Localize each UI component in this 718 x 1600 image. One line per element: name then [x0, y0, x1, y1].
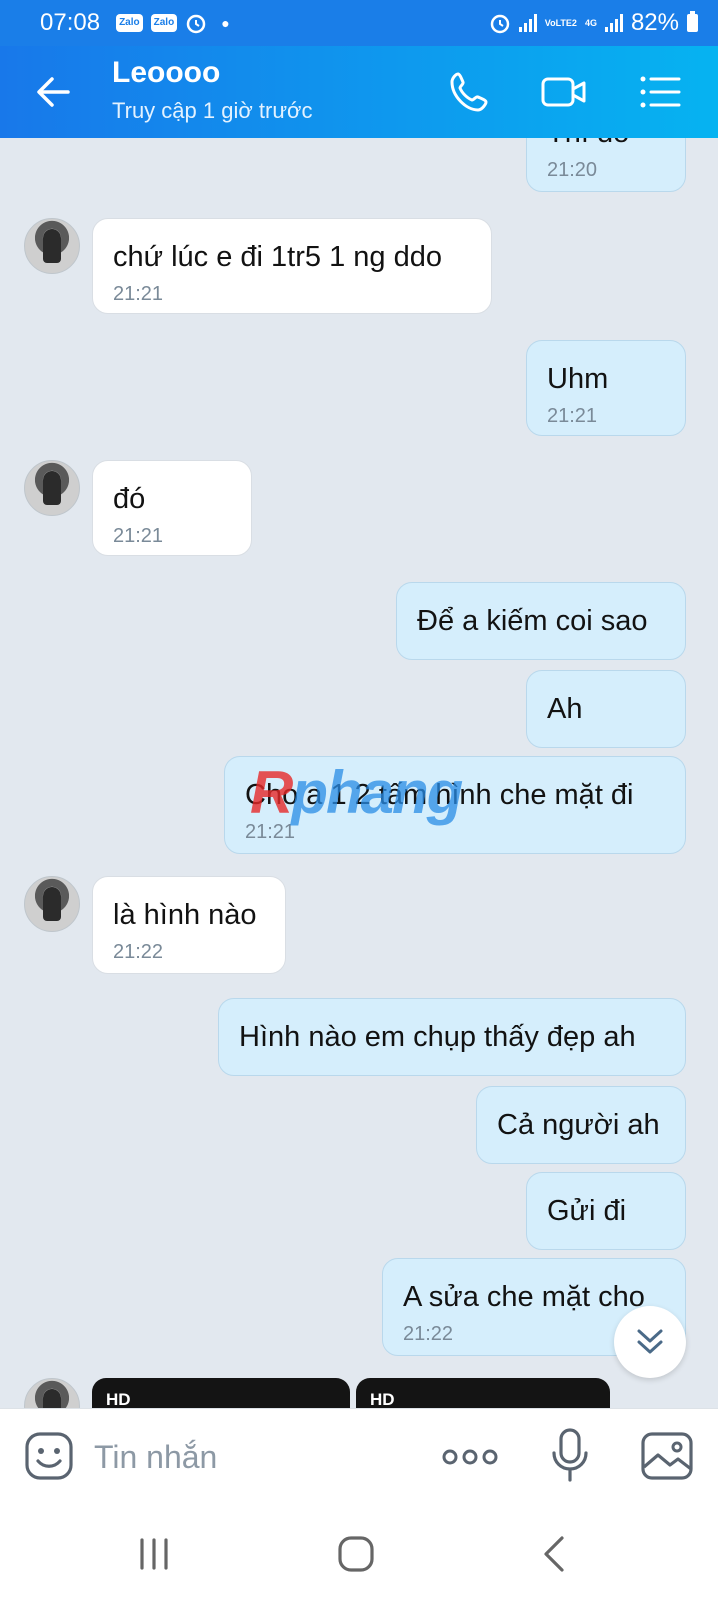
message-text: Thì đó	[547, 138, 665, 153]
message-text: Ah	[547, 693, 583, 725]
message-bubble-outgoing[interactable]: Uhm 21:21	[526, 340, 686, 436]
message-bubble-incoming[interactable]: là hình nào 21:22	[92, 876, 286, 974]
watermark-logo: Rphang	[250, 759, 463, 826]
menu-list-icon[interactable]	[636, 68, 684, 116]
scroll-to-bottom-button[interactable]	[614, 1306, 686, 1378]
message-text: A sửa che mặt cho	[403, 1281, 645, 1313]
status-bar: 07:08 Zalo Zalo ● VoLTE2 4G 82%	[0, 0, 718, 46]
more-notifications-dot: ●	[221, 15, 230, 31]
image-icon[interactable]	[640, 1431, 694, 1481]
message-time: 21:22	[113, 941, 164, 963]
image-thumbnail[interactable]: HD	[356, 1378, 610, 1408]
microphone-icon[interactable]	[548, 1427, 592, 1483]
avatar[interactable]	[24, 1378, 80, 1408]
avatar[interactable]	[24, 218, 80, 274]
message-text: là hình nào	[113, 899, 257, 931]
message-time: 21:21	[113, 283, 164, 305]
signal-icon	[604, 14, 623, 32]
message-text: Uhm	[547, 363, 609, 395]
last-seen-status: Truy cập 1 giờ trước	[112, 98, 313, 123]
emoji-icon[interactable]	[24, 1431, 74, 1481]
alarm-icon	[186, 14, 206, 34]
message-text: Cả người ah	[497, 1109, 660, 1141]
message-bubble-outgoing[interactable]: Để a kiếm coi sao	[396, 582, 686, 660]
avatar[interactable]	[24, 876, 80, 932]
volte-indicator: VoLTE2	[544, 17, 577, 28]
video-call-icon[interactable]	[540, 68, 588, 116]
signal-icon	[518, 14, 537, 32]
hd-badge: HD	[370, 1390, 395, 1408]
zalo-notification-icon: Zalo	[150, 14, 178, 32]
message-time: 21:21	[113, 525, 164, 547]
message-time: 21:21	[547, 405, 598, 427]
battery-icon	[687, 11, 698, 32]
battery-percent: 82%	[630, 9, 679, 36]
back-icon[interactable]	[534, 1532, 578, 1576]
message-text: Gửi đi	[547, 1195, 627, 1227]
phone-icon[interactable]	[446, 68, 494, 116]
message-text: Hình nào em chụp thấy đẹp ah	[239, 1021, 636, 1053]
chat-header: Leoooo Truy cập 1 giờ trước	[0, 46, 718, 138]
message-bubble-outgoing[interactable]: Ah	[526, 670, 686, 748]
message-bubble-outgoing[interactable]: Thì đó 21:20	[526, 138, 686, 192]
contact-name[interactable]: Leoooo	[112, 56, 220, 90]
message-bubble-incoming[interactable]: chứ lúc e đi 1tr5 1 ng ddo 21:21	[92, 218, 492, 314]
avatar[interactable]	[24, 460, 80, 516]
message-bubble-outgoing[interactable]: Cả người ah	[476, 1086, 686, 1164]
message-text: chứ lúc e đi 1tr5 1 ng ddo	[113, 241, 442, 273]
hd-badge: HD	[106, 1390, 131, 1408]
message-input[interactable]	[92, 1431, 416, 1483]
system-nav-bar	[0, 1504, 718, 1600]
double-chevron-down-icon	[637, 1329, 663, 1354]
message-composer	[0, 1408, 718, 1505]
message-bubble-outgoing[interactable]: Gửi đi	[526, 1172, 686, 1250]
network-type-indicator: 4G	[584, 17, 597, 28]
message-list[interactable]: Thì đó 21:20 chứ lúc e đi 1tr5 1 ng ddo …	[0, 138, 718, 1408]
status-time: 07:08	[40, 9, 101, 36]
recent-apps-icon[interactable]	[132, 1532, 176, 1576]
alarm-icon	[490, 14, 510, 34]
image-thumbnail[interactable]: HD	[92, 1378, 350, 1408]
message-time: 21:20	[547, 159, 598, 181]
message-text: Để a kiếm coi sao	[417, 605, 648, 637]
more-dots-icon[interactable]	[440, 1439, 500, 1475]
message-text: đó	[113, 483, 146, 515]
message-bubble-incoming[interactable]: đó 21:21	[92, 460, 252, 556]
message-bubble-outgoing[interactable]: Hình nào em chụp thấy đẹp ah	[218, 998, 686, 1076]
home-icon[interactable]	[334, 1532, 378, 1576]
zalo-notification-icon: Zalo	[116, 14, 143, 32]
back-arrow-icon[interactable]	[32, 70, 76, 114]
